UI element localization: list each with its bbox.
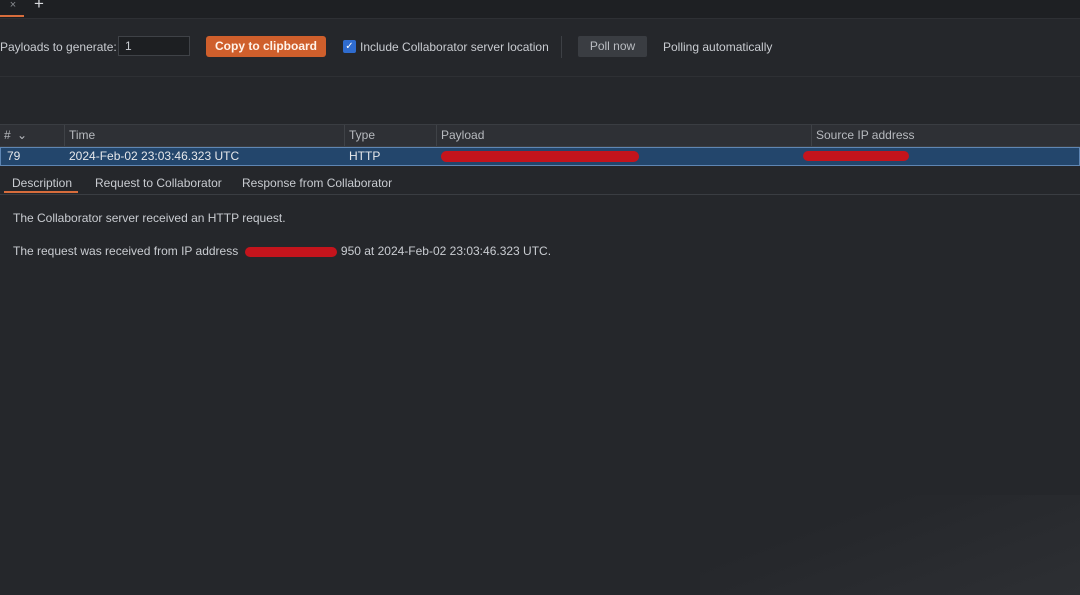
column-header-time[interactable]: Time	[64, 125, 344, 146]
table-header: # ⌄ Time Type Payload Source IP address	[0, 124, 1080, 147]
add-tab-icon[interactable]: +	[31, 0, 47, 13]
column-header-number[interactable]: # ⌄	[0, 125, 64, 146]
sort-chevron-icon[interactable]: ⌄	[17, 128, 27, 142]
copy-to-clipboard-button[interactable]: Copy to clipboard	[206, 36, 326, 57]
tab-response-from-collaborator[interactable]: Response from Collaborator	[242, 176, 392, 190]
payload-redaction-mark	[441, 151, 639, 162]
source-ip-redaction-mark	[803, 151, 909, 161]
detail-tab-bar: Description Request to Collaborator Resp…	[0, 172, 1080, 195]
description-line-2-suffix: 950 at 2024-Feb-02 23:03:46.323 UTC.	[340, 244, 552, 258]
tab-description[interactable]: Description	[12, 176, 72, 190]
toolbar-divider	[0, 76, 1080, 77]
collaborator-toolbar: Payloads to generate: 1 Copy to clipboar…	[0, 28, 1080, 68]
row-time-cell: 2024-Feb-02 23:03:46.323 UTC	[69, 149, 240, 163]
description-panel: The Collaborator server received an HTTP…	[0, 195, 1080, 595]
close-icon[interactable]: ×	[2, 0, 24, 13]
column-header-source-ip[interactable]: Source IP address	[811, 125, 1080, 146]
poll-now-button[interactable]: Poll now	[578, 36, 647, 57]
background-fade	[700, 495, 1080, 595]
description-line-2-prefix: The request was received from IP address	[13, 244, 239, 258]
interactions-table: # ⌄ Time Type Payload Source IP address …	[0, 124, 1080, 166]
tab-strip: × +	[0, 0, 1080, 19]
active-tab-indicator	[0, 15, 24, 17]
payloads-to-generate-label: Payloads to generate:	[0, 40, 117, 54]
column-number-label: #	[4, 128, 11, 142]
tab-request-to-collaborator[interactable]: Request to Collaborator	[95, 176, 222, 190]
polling-status-text: Polling automatically	[663, 40, 773, 54]
ip-redaction-mark	[244, 246, 337, 257]
column-header-payload[interactable]: Payload	[436, 125, 811, 146]
include-server-location-label[interactable]: Include Collaborator server location	[360, 40, 549, 54]
checkbox-checked-icon[interactable]: ✓	[343, 40, 356, 53]
row-type-cell: HTTP	[349, 149, 381, 163]
row-number-cell: 79	[7, 149, 21, 163]
description-line-1: The Collaborator server received an HTTP…	[13, 211, 286, 225]
payloads-count-input[interactable]: 1	[118, 36, 190, 56]
table-row[interactable]: 79 2024-Feb-02 23:03:46.323 UTC HTTP	[0, 147, 1080, 166]
column-header-type[interactable]: Type	[344, 125, 436, 146]
description-line-2: The request was received from IP address…	[13, 244, 551, 258]
active-detail-tab-indicator	[4, 191, 78, 193]
toolbar-separator	[561, 36, 562, 58]
